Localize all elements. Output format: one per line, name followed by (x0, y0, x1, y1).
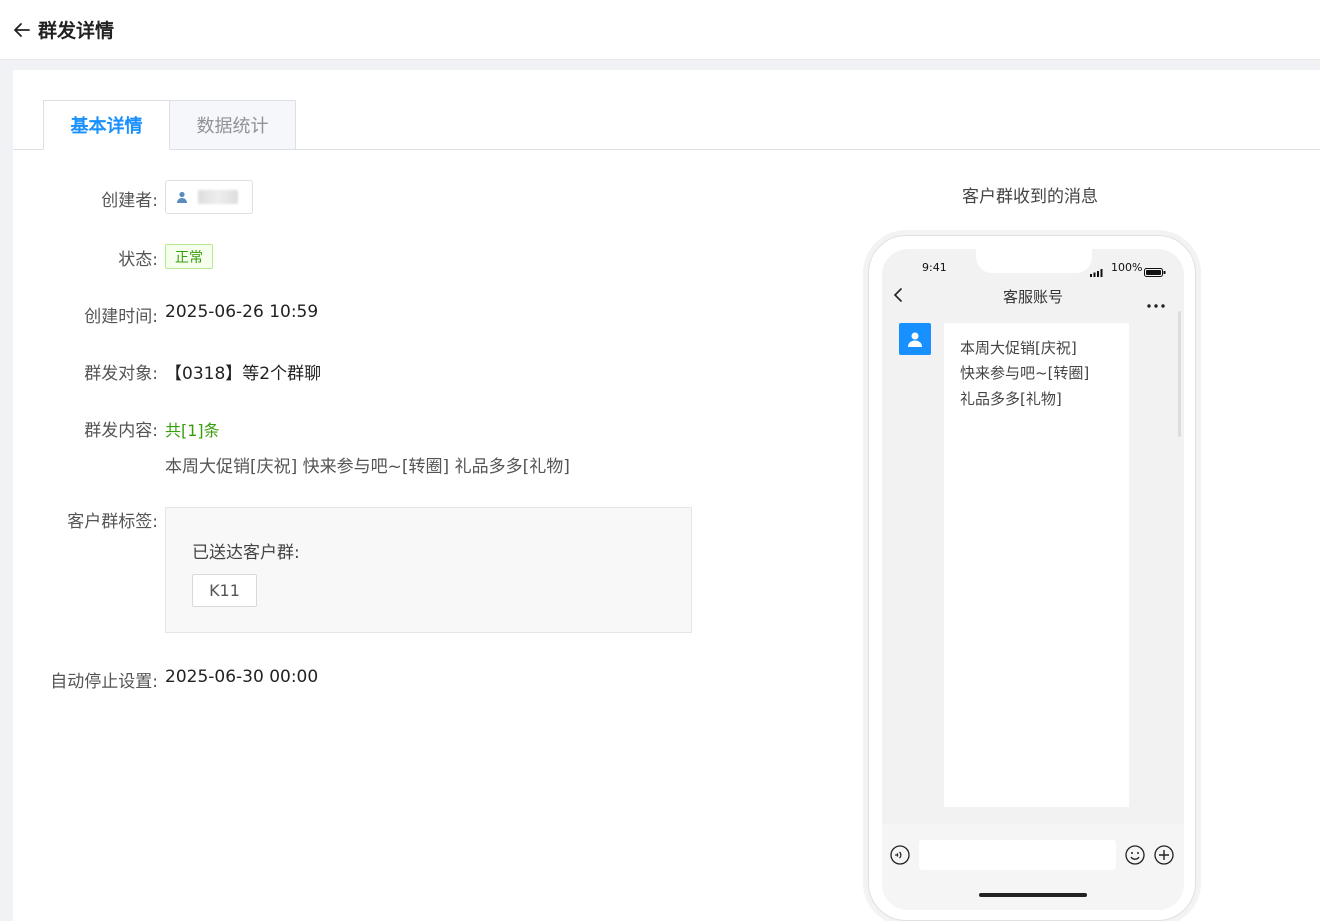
tab-data-statistics[interactable]: 数据统计 (170, 100, 296, 150)
status-time: 9:41 (922, 261, 947, 274)
emoji-icon[interactable] (1125, 845, 1145, 869)
back-arrow-icon[interactable] (12, 20, 32, 40)
user-icon (176, 190, 190, 204)
home-indicator (979, 893, 1087, 897)
tag-chip: K11 (192, 574, 257, 607)
created-time-value: 2025-06-26 10:59 (165, 302, 319, 322)
tags-label: 客户群标签: (67, 512, 158, 532)
target-label: 群发对象: (84, 364, 158, 384)
message-bubble: 本周大促销[庆祝] 快来参与吧~[转圈] 礼品多多[礼物] (944, 323, 1129, 807)
content-text: 本周大促销[庆祝] 快来参与吧~[转圈] 礼品多多[礼物] (165, 457, 570, 477)
auto-stop-value: 2025-06-30 00:00 (165, 667, 319, 687)
message-line: 本周大促销[庆祝] (960, 339, 1077, 357)
battery-icon (1144, 262, 1166, 281)
chat-input-bar (882, 824, 1184, 910)
tab-bar: 基本详情 数据统计 (43, 100, 296, 150)
content-label: 群发内容: (84, 421, 158, 441)
battery-percent: 100% (1111, 261, 1143, 274)
avatar (899, 323, 931, 355)
chat-input[interactable] (919, 840, 1116, 870)
tab-divider (13, 149, 1320, 150)
phone-mockup: 9:41 100% 客服账号 本周大促销[庆祝] 快来参与吧~[转圈] 礼品多多… (868, 235, 1196, 921)
message-line: 礼品多多[礼物] (960, 390, 1062, 408)
preview-title: 客户群收到的消息 (962, 187, 1098, 207)
message-line: 快来参与吧~[转圈] (960, 364, 1090, 382)
signal-icon (1090, 262, 1104, 281)
voice-icon[interactable] (890, 845, 910, 869)
page-title: 群发详情 (38, 20, 115, 42)
phone-screen: 9:41 100% 客服账号 本周大促销[庆祝] 快来参与吧~[转圈] 礼品多多… (882, 249, 1184, 910)
status-label: 状态: (118, 250, 158, 270)
auto-stop-label: 自动停止设置: (50, 672, 158, 692)
tags-panel: 已送达客户群: K11 (165, 507, 692, 633)
created-time-label: 创建时间: (84, 307, 158, 327)
detail-card: 基本详情 数据统计 创建者: 状态: 正常 创建时间: 2025-06-26 1… (13, 70, 1320, 921)
creator-name-redacted (198, 190, 238, 204)
more-icon[interactable] (1147, 293, 1165, 312)
phone-notch (976, 249, 1092, 273)
top-bar: 群发详情 (0, 0, 1320, 60)
status-badge: 正常 (165, 244, 213, 269)
creator-label: 创建者: (101, 191, 158, 211)
content-count: 共[1]条 (165, 421, 220, 440)
creator-chip (165, 180, 253, 214)
chat-title: 客服账号 (1002, 288, 1063, 306)
tags-title: 已送达客户群: (192, 543, 300, 563)
chat-scrollbar[interactable] (1178, 311, 1181, 437)
plus-icon[interactable] (1154, 845, 1174, 869)
tab-basic-details[interactable]: 基本详情 (43, 100, 170, 150)
target-value: 【0318】等2个群聊 (165, 364, 322, 384)
